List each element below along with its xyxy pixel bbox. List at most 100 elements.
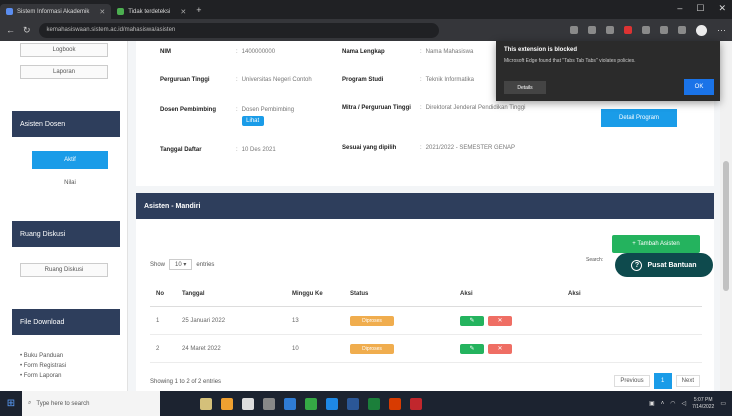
taskbar-app-icon[interactable] [326,397,338,410]
sidebar-asisten-sub-link[interactable]: Nilai [32,176,108,190]
info-tanggal: Tanggal Daftar : 10 Des 2021 [160,147,322,153]
sidebar: Logbook Laporan Asisten Dosen Aktif Nila… [0,41,128,391]
notification-icon[interactable]: ▭ [720,400,726,407]
info-label: Program Studi [342,77,384,83]
profile-avatar[interactable] [696,24,707,36]
browser-tab-active[interactable]: Sistem Informasi Akademik ✕ [0,4,112,19]
address-bar-row: ← ↻ kemahasiswaan.sistem.ac.id/mahasiswa… [0,19,732,41]
extension-icon[interactable] [588,26,596,34]
taskbar-app-icon[interactable] [368,397,380,410]
taskbar-app-icon[interactable] [389,397,401,410]
scrollbar-thumb[interactable] [723,161,729,291]
tray-app-icon[interactable]: ▣ [649,400,655,407]
sidebar-asisten-header: Asisten Dosen [12,111,120,137]
sidebar-asisten-active-button[interactable]: Aktif [32,151,108,169]
info-label: Dosen Pembimbing [160,107,217,113]
extension-icon[interactable] [606,26,614,34]
table-info: Showing 1 to 2 of 2 entries [150,379,222,385]
info-dosen: Dosen Pembimbing : Dosen Pembimbing Liha… [160,107,322,126]
sidebar-logbook-button[interactable]: Logbook [20,43,108,57]
info-nim: NIM : 1400000000 [160,49,322,55]
close-tab-icon[interactable]: ✕ [99,8,105,16]
info-label: Mitra / Perguruan Tinggi [342,105,411,111]
sidebar-ruang-button[interactable]: Ruang Diskusi [20,263,108,277]
popup-ok-button[interactable]: OK [684,79,714,95]
help-label: Pusat Bantuan [647,261,697,269]
section-title: Asisten - Mandiri [136,193,714,219]
col-header[interactable]: Tanggal [182,291,292,297]
taskbar-clock[interactable]: 5:07 PM 7/14/2022 [692,397,714,411]
table-row: 2 24 Maret 2022 10 Diproses ✎ ✕ [150,335,702,363]
table-header-row: No Tanggal Minggu Ke Status Aksi Aksi [150,281,702,307]
delete-button[interactable]: ✕ [488,315,512,326]
info-sesuai: Sesuai yang dipilih : 2021/2022 - SEMEST… [342,145,516,151]
tab-favicon-icon [6,8,13,15]
refresh-icon[interactable]: ↻ [23,25,31,36]
window-controls: – ☐ ✕ [677,3,726,14]
delete-button[interactable]: ✕ [488,343,512,354]
taskbar-search[interactable]: ⌕ Type here to search [22,391,160,416]
page-1-button[interactable]: 1 [653,373,672,389]
col-header[interactable]: Aksi [460,291,568,297]
volume-icon[interactable]: ◁ [681,400,686,407]
menu-icon[interactable]: ⋯ [717,25,726,36]
windows-start-icon[interactable]: ⊞ [0,391,22,416]
next-page-button[interactable]: Next [675,375,700,387]
info-label: Tanggal Daftar [160,147,202,153]
taskbar-app-icon[interactable] [284,397,296,410]
tab-label: Tidak terdeteksi [128,8,171,15]
sidebar-ruang-header: Ruang Diskusi [12,221,120,247]
taskbar-app-icon[interactable] [305,397,317,410]
detail-program-button[interactable]: Detail Program [601,109,677,127]
file-link[interactable]: • Form Laporan [20,371,66,381]
back-icon[interactable]: ← [6,25,15,35]
taskbar-app-icon[interactable] [200,397,212,410]
minimize-icon[interactable]: – [677,3,682,14]
extension-icon[interactable] [570,26,578,34]
help-center-button[interactable]: ? Pusat Bantuan [615,253,713,277]
info-value: Dosen Pembimbing [241,107,295,113]
taskbar-app-icon[interactable] [242,397,254,410]
taskbar-app-icon[interactable] [221,397,233,410]
url-field[interactable]: kemahasiswaan.sistem.ac.id/mahasiswa/asi… [38,22,439,38]
chevron-up-icon[interactable]: ˄ [661,401,665,407]
edit-button[interactable]: ✎ [460,343,484,354]
file-link[interactable]: • Buku Panduan [20,351,66,361]
entries-select[interactable]: 10 ▾ [169,259,193,270]
taskbar-app-icon[interactable] [410,397,422,410]
dosen-view-button[interactable]: Lihat [241,116,264,126]
taskbar-app-icon[interactable] [347,397,359,410]
status-badge: Diproses [350,315,394,326]
question-icon: ? [631,259,643,271]
popup-details-button[interactable]: Details [504,81,546,94]
extensions-icon[interactable] [678,26,686,34]
info-value: 2021/2022 - SEMESTER GENAP [425,145,516,151]
file-link[interactable]: • Form Registrasi [20,361,66,371]
add-asisten-button[interactable]: + Tambah Asisten [612,235,700,253]
maximize-icon[interactable]: ☐ [696,3,704,14]
col-header[interactable]: Status [350,291,460,297]
info-label: Nama Lengkap [342,49,385,55]
wifi-icon[interactable]: ◠ [670,400,675,407]
close-window-icon[interactable]: ✕ [718,3,726,14]
status-badge: Diproses [350,343,394,354]
col-header[interactable]: Aksi [568,291,702,297]
browser-tab-bar: Sistem Informasi Akademik ✕ Tidak terdet… [0,0,732,19]
blocked-extension-icon[interactable] [624,26,632,34]
new-tab-icon[interactable]: + [196,5,201,15]
taskbar-app-icon[interactable] [263,397,275,410]
col-header[interactable]: Minggu Ke [292,291,350,297]
browser-tab[interactable]: Tidak terdeteksi ✕ [111,4,192,19]
prev-page-button[interactable]: Previous [614,375,650,387]
close-tab-icon[interactable]: ✕ [180,8,186,16]
page-scrollbar[interactable] [720,41,732,391]
info-value: Universitas Negeri Contoh [241,77,312,83]
taskbar-apps [200,397,422,410]
col-header[interactable]: No [150,291,182,297]
info-pt: Perguruan Tinggi : Universitas Negeri Co… [160,77,322,83]
collections-icon[interactable] [660,26,668,34]
asisten-table-card: + Tambah Asisten Show 10 ▾ entries Searc… [136,219,714,391]
sidebar-laporan-button[interactable]: Laporan [20,65,108,79]
favorites-icon[interactable] [642,26,650,34]
edit-button[interactable]: ✎ [460,315,484,326]
